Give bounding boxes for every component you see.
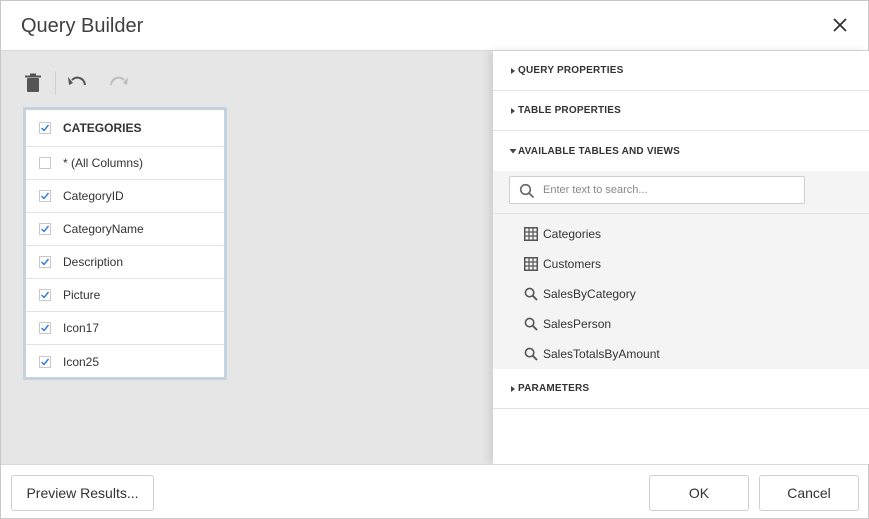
- section-available-tables[interactable]: AVAILABLE TABLES AND VIEWS: [493, 131, 869, 171]
- column-checkbox[interactable]: [39, 223, 51, 235]
- list-item-label: SalesTotalsByAmount: [543, 347, 660, 361]
- design-surface[interactable]: CATEGORIES * (All Columns) CategoryID Ca…: [1, 51, 493, 464]
- surface-toolbar: [19, 69, 139, 97]
- list-item-table[interactable]: Customers: [493, 249, 869, 279]
- collapsed-triangle-icon: [511, 107, 515, 114]
- list-item-view[interactable]: SalesPerson: [493, 309, 869, 339]
- column-row[interactable]: CategoryID: [26, 180, 224, 213]
- list-item-label: Customers: [543, 257, 602, 271]
- column-checkbox[interactable]: [39, 289, 51, 301]
- column-row[interactable]: CategoryName: [26, 213, 224, 246]
- list-item-label: SalesByCategory: [543, 287, 636, 301]
- column-label: CategoryName: [63, 222, 144, 236]
- properties-panel: QUERY PROPERTIES TABLE PROPERTIES AVAILA…: [493, 51, 869, 464]
- available-tables-area: Categories Customers SalesByCategory: [493, 171, 869, 369]
- table-card-header[interactable]: CATEGORIES: [26, 110, 224, 147]
- column-row[interactable]: Icon17: [26, 312, 224, 345]
- column-checkbox[interactable]: [39, 157, 51, 169]
- column-checkbox[interactable]: [39, 256, 51, 268]
- section-label: QUERY PROPERTIES: [518, 65, 624, 76]
- table-grid-icon: [524, 257, 538, 271]
- section-label: PARAMETERS: [518, 383, 590, 394]
- list-item-label: Categories: [543, 227, 602, 241]
- section-query-properties[interactable]: QUERY PROPERTIES: [493, 51, 869, 91]
- list-item-view[interactable]: SalesByCategory: [493, 279, 869, 309]
- search-input[interactable]: [543, 181, 798, 199]
- collapsed-triangle-icon: [511, 67, 515, 74]
- section-parameters[interactable]: PARAMETERS: [493, 369, 869, 409]
- column-label: * (All Columns): [63, 156, 144, 170]
- list-item-table[interactable]: Categories: [493, 219, 869, 249]
- search-icon: [519, 183, 535, 199]
- preview-results-button[interactable]: Preview Results...: [11, 475, 154, 511]
- search-bar: [493, 171, 869, 214]
- section-label: AVAILABLE TABLES AND VIEWS: [518, 145, 681, 157]
- toolbar-divider: [55, 71, 56, 95]
- column-row[interactable]: * (All Columns): [26, 147, 224, 180]
- column-row[interactable]: Picture: [26, 279, 224, 312]
- column-row[interactable]: Icon25: [26, 345, 224, 378]
- view-search-icon: [524, 287, 538, 301]
- ok-button[interactable]: OK: [649, 475, 749, 511]
- table-card-title: CATEGORIES: [63, 121, 142, 135]
- column-row[interactable]: Description: [26, 246, 224, 279]
- collapsed-triangle-icon: [511, 385, 515, 392]
- view-search-icon: [524, 317, 538, 331]
- dialog-header: Query Builder: [1, 1, 868, 51]
- table-grid-icon: [524, 227, 538, 241]
- column-label: CategoryID: [63, 189, 124, 203]
- column-label: Icon25: [63, 354, 100, 369]
- checkbox-table-all[interactable]: [39, 122, 51, 134]
- section-label: TABLE PROPERTIES: [518, 105, 622, 116]
- list-item-label: SalesPerson: [543, 317, 612, 331]
- cancel-button[interactable]: Cancel: [759, 475, 859, 511]
- dialog-footer: Preview Results... OK Cancel: [1, 464, 868, 518]
- column-checkbox[interactable]: [39, 190, 51, 202]
- list-item-view[interactable]: SalesTotalsByAmount: [493, 339, 869, 369]
- section-table-properties[interactable]: TABLE PROPERTIES: [493, 91, 869, 131]
- redo-icon[interactable]: [105, 69, 133, 97]
- table-card-categories[interactable]: CATEGORIES * (All Columns) CategoryID Ca…: [23, 107, 227, 380]
- view-search-icon: [524, 347, 538, 361]
- column-checkbox[interactable]: [39, 322, 51, 334]
- column-label: Picture: [63, 288, 101, 302]
- column-label: Icon17: [63, 321, 100, 335]
- column-checkbox[interactable]: [39, 355, 51, 368]
- tables-list: Categories Customers SalesByCategory Sal…: [493, 214, 869, 369]
- undo-icon[interactable]: [63, 69, 91, 97]
- close-icon[interactable]: [830, 15, 850, 35]
- expanded-triangle-icon: [509, 149, 517, 154]
- query-builder-dialog: Query Builder CATEGORIES * (All Columns)…: [0, 0, 869, 519]
- search-box[interactable]: [509, 176, 805, 204]
- dialog-title: Query Builder: [21, 15, 144, 37]
- column-label: Description: [63, 255, 124, 269]
- trash-icon[interactable]: [19, 69, 47, 97]
